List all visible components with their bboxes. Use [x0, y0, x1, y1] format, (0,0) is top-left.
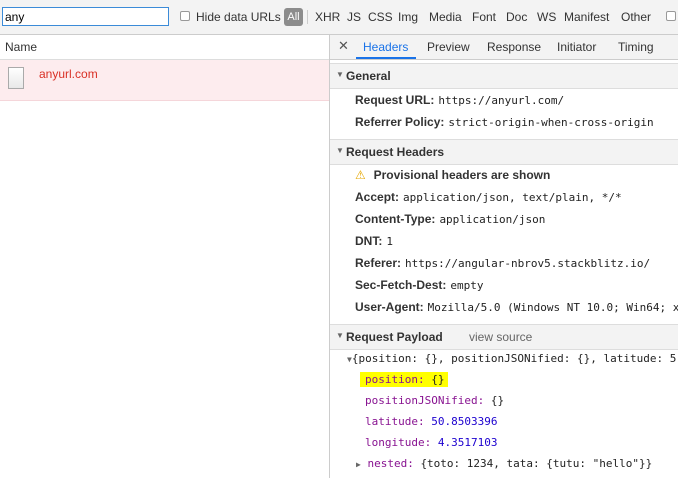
header-key: Request URL:	[355, 93, 435, 107]
tab-headers[interactable]: Headers	[363, 40, 408, 54]
details-tabs: ✕ Headers Preview Response Initiator Tim…	[330, 35, 678, 60]
payload-summary-text: {position: {}, positionJSONified: {}, la…	[351, 352, 677, 365]
tab-initiator[interactable]: Initiator	[557, 40, 596, 54]
warning-icon: ⚠	[355, 168, 366, 182]
request-header-row: Sec-Fetch-Dest: empty	[355, 278, 483, 292]
header-value: application/json	[439, 213, 546, 226]
expand-triangle-icon: ▼	[336, 70, 344, 79]
payload-value: {}	[431, 373, 445, 386]
filter-doc[interactable]: Doc	[506, 10, 527, 24]
header-value: https://anyurl.com/	[438, 94, 565, 107]
payload-line: positionJSONified: {}	[365, 394, 504, 407]
payload-summary[interactable]: ▼{position: {}, positionJSONified: {}, l…	[347, 352, 676, 365]
payload-line: latitude: 50.8503396	[365, 415, 497, 428]
header-key: Content-Type:	[355, 212, 436, 226]
expand-triangle-icon: ▼	[336, 146, 344, 155]
payload-value: 50.8503396	[431, 415, 498, 428]
expand-triangle-icon: ▼	[336, 331, 344, 340]
request-header-row: DNT: 1	[355, 234, 393, 248]
document-icon	[8, 67, 24, 89]
filter-input[interactable]	[2, 7, 169, 26]
tab-preview[interactable]: Preview	[427, 40, 470, 54]
payload-line: longitude: 4.3517103	[365, 436, 497, 449]
filter-js[interactable]: JS	[347, 10, 361, 24]
hide-data-urls-checkbox[interactable]	[180, 11, 190, 21]
general-section-header[interactable]: ▼ General	[330, 63, 678, 89]
general-row: Referrer Policy: strict-origin-when-cross…	[355, 115, 654, 129]
close-icon[interactable]: ✕	[338, 39, 349, 54]
filter-media[interactable]: Media	[429, 10, 462, 24]
payload-line: position: {}	[365, 373, 444, 386]
header-key: User-Agent:	[355, 300, 424, 314]
filter-ws[interactable]: WS	[537, 10, 556, 24]
tab-timing[interactable]: Timing	[618, 40, 654, 54]
filter-divider	[307, 10, 308, 24]
filter-bar: Hide data URLs All XHR JS CSS Img Media …	[0, 0, 678, 35]
payload-value: {toto: 1234, tata: {tutu: "hello"}}	[420, 457, 653, 470]
header-value: empty	[450, 279, 484, 292]
header-value: 1	[386, 235, 393, 248]
tab-response[interactable]: Response	[487, 40, 541, 54]
header-key: DNT:	[355, 234, 383, 248]
request-header-row: Accept: application/json, text/plain, */*	[355, 190, 622, 204]
header-value: strict-origin-when-cross-origin	[448, 116, 654, 129]
name-column-header[interactable]: Name	[0, 35, 329, 60]
view-source-link[interactable]: view source	[469, 330, 532, 344]
details-panel: ✕ Headers Preview Response Initiator Tim…	[330, 35, 678, 478]
expand-triangle-icon: ▶	[356, 460, 361, 469]
filter-xhr[interactable]: XHR	[315, 10, 340, 24]
filter-all-button[interactable]: All	[284, 8, 303, 26]
payload-value: {}	[490, 394, 505, 407]
active-tab-indicator	[356, 57, 416, 59]
request-header-row: User-Agent: Mozilla/5.0 (Windows NT 10.0;…	[355, 300, 678, 314]
filter-img[interactable]: Img	[398, 10, 418, 24]
payload-nested-line[interactable]: ▶ nested: {toto: 1234, tata: {tutu: "hel…	[356, 457, 652, 470]
header-key: Sec-Fetch-Dest:	[355, 278, 447, 292]
payload-key: latitude:	[365, 415, 425, 428]
provisional-text: Provisional headers are shown	[373, 168, 551, 182]
hide-data-urls-label: Hide data URLs	[196, 10, 281, 24]
header-key: Referrer Policy:	[355, 115, 445, 129]
payload-key: positionJSONified:	[365, 394, 485, 407]
general-row: Request URL: https://anyurl.com/	[355, 93, 564, 107]
request-headers-section-header[interactable]: ▼ Request Headers	[330, 139, 678, 165]
provisional-warning: ⚠ Provisional headers are shown	[355, 168, 550, 182]
payload-key: longitude:	[365, 436, 432, 449]
request-row[interactable]: anyurl.com	[0, 60, 329, 101]
filter-font[interactable]: Font	[472, 10, 496, 24]
request-header-row: Content-Type: application/json	[355, 212, 545, 226]
payload-value: 4.3517103	[437, 436, 498, 449]
header-value: Mozilla/5.0 (Windows NT 10.0; Win64; x	[427, 301, 678, 314]
request-payload-title: Request Payload	[346, 330, 443, 344]
payload-key: position:	[365, 373, 425, 386]
extra-checkbox[interactable]	[666, 11, 676, 21]
filter-css[interactable]: CSS	[368, 10, 393, 24]
filter-other[interactable]: Other	[621, 10, 651, 24]
request-name[interactable]: anyurl.com	[39, 67, 98, 81]
header-key: Referer:	[355, 256, 402, 270]
header-value: application/json, text/plain, */*	[403, 191, 622, 204]
payload-key: nested:	[367, 457, 414, 470]
header-value: https://angular-nbrov5.stackblitz.io/	[405, 257, 651, 270]
request-list-panel: Name anyurl.com	[0, 35, 330, 478]
request-header-row: Referer: https://angular-nbrov5.stackblit…	[355, 256, 650, 270]
header-key: Accept:	[355, 190, 400, 204]
request-headers-title: Request Headers	[346, 145, 445, 159]
request-payload-section-header[interactable]: ▼ Request Payload view source	[330, 324, 678, 350]
filter-manifest[interactable]: Manifest	[564, 10, 609, 24]
general-title: General	[346, 69, 391, 83]
